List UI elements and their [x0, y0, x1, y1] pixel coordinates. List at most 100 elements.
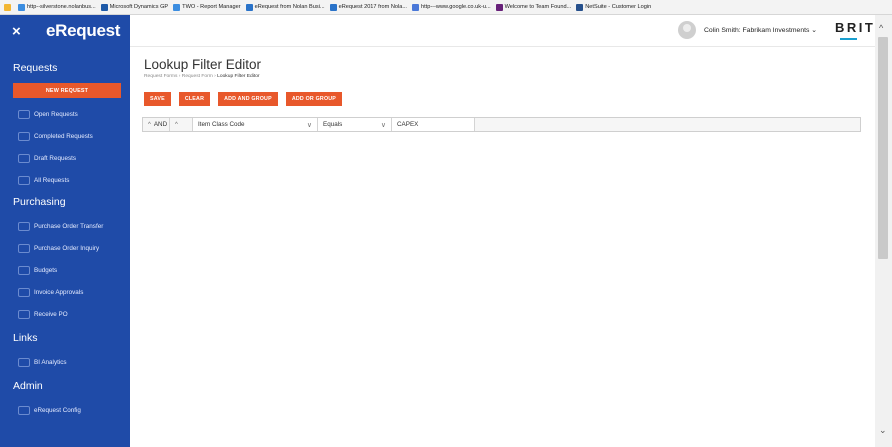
clear-button[interactable]: CLEAR [178, 92, 211, 106]
value-input[interactable]: CAPEX [392, 118, 475, 131]
scroll-down-icon[interactable]: ⌄ [879, 425, 887, 436]
favorite-icon [173, 3, 181, 11]
chevron-down-icon: ⌄ [811, 27, 817, 34]
collapse-icon: ^ [148, 121, 151, 128]
sidebar-item-label: Purchase Order Inquiry [34, 244, 100, 252]
sidebar-item-label: BI Analytics [34, 358, 67, 366]
favorite-label: eRequest from Nolan Busi... [254, 4, 325, 10]
brand-logo: BRIT [835, 20, 876, 35]
top-header: Colin Smith: Fabrikam Investments ⌄ BRIT [130, 15, 875, 47]
favorite-link[interactable]: Microsoft Dynamics GP [100, 3, 169, 11]
sidebar-item-label: Invoice Approvals [34, 288, 84, 296]
field-value: Item Class Code [198, 121, 245, 128]
favorite-link[interactable]: TWO - Report Manager [173, 3, 241, 11]
add-and-group-button[interactable]: ADD AND GROUP [218, 92, 278, 106]
requests-icon [18, 109, 30, 119]
user-name: Colin Smith: Fabrikam Investments [704, 27, 810, 34]
budget-icon [18, 265, 30, 275]
favorite-icon [245, 3, 253, 11]
close-icon[interactable]: × [12, 23, 32, 40]
breadcrumb-request-form[interactable]: Request Form [182, 74, 213, 79]
requests-icon [18, 153, 30, 163]
sidebar-header: × eRequest [0, 15, 130, 47]
favorite-label: Microsoft Dynamics GP [109, 4, 169, 10]
favorite-link[interactable]: http---www.google.co.uk-u... [411, 3, 491, 11]
favorite-icon [576, 3, 584, 11]
sidebar-item-budgets[interactable]: Budgets [0, 259, 130, 281]
filter-value: CAPEX [397, 121, 419, 128]
save-button[interactable]: SAVE [144, 92, 171, 106]
sidebar-item-po-transfer[interactable]: Purchase Order Transfer [0, 215, 130, 237]
invoice-icon [18, 287, 30, 297]
favorite-icon [411, 3, 419, 11]
breadcrumb-current: Lookup Filter Editor [217, 74, 260, 79]
section-admin-title: Admin [13, 380, 43, 392]
sidebar-item-draft-requests[interactable]: Draft Requests [0, 147, 130, 169]
transfer-icon [18, 221, 30, 231]
sidebar-item-label: eRequest Config [34, 406, 81, 414]
breadcrumb-separator-icon: › [214, 74, 216, 79]
sidebar-item-erequest-config[interactable]: eRequest Config [0, 399, 130, 421]
favorite-link[interactable]: eRequest 2017 from Nola... [329, 3, 407, 11]
config-icon [18, 405, 30, 415]
group-operator-toggle[interactable]: ^ AND [143, 118, 170, 131]
sidebar-item-all-requests[interactable]: All Requests [0, 169, 130, 191]
user-menu[interactable]: Colin Smith: Fabrikam Investments ⌄ [704, 26, 817, 34]
main-content: Lookup Filter Editor Request Forms › Req… [130, 47, 875, 447]
section-links-title: Links [13, 332, 38, 344]
sidebar: × eRequest Requests NEW REQUEST Open Req… [0, 15, 130, 447]
page-title: Lookup Filter Editor [144, 57, 262, 72]
sidebar-item-label: Completed Requests [34, 132, 93, 140]
inquiry-icon [18, 243, 30, 253]
favorite-label: http--silverstone.nolanbus... [27, 4, 96, 10]
favorite-link[interactable]: eRequest from Nolan Busi... [245, 3, 325, 11]
group-operator: AND [153, 121, 168, 128]
sidebar-item-invoice-approvals[interactable]: Invoice Approvals [0, 281, 130, 303]
sidebar-item-open-requests[interactable]: Open Requests [0, 103, 130, 125]
avatar[interactable] [678, 21, 696, 39]
collapse-icon: ^ [175, 121, 178, 128]
row-collapse-toggle[interactable]: ^ [170, 118, 193, 131]
favorite-icon [18, 3, 25, 11]
breadcrumb-separator-icon: › [178, 74, 181, 79]
favorite-icon [329, 3, 337, 11]
analytics-icon [18, 357, 30, 367]
favorite-label: Welcome to Team Found... [504, 4, 572, 10]
section-requests-title: Requests [13, 62, 58, 74]
favorite-link[interactable]: Welcome to Team Found... [495, 3, 572, 11]
vertical-scrollbar[interactable]: ^ ⌄ [875, 15, 892, 447]
app-logo[interactable]: eRequest [46, 21, 120, 41]
sidebar-item-label: Receive PO [34, 310, 68, 318]
favorite-icon [4, 3, 11, 11]
breadcrumb: Request Forms › Request Form › Lookup Fi… [144, 74, 260, 79]
operator-value: Equals [323, 121, 343, 128]
sidebar-item-completed-requests[interactable]: Completed Requests [0, 125, 130, 147]
sidebar-item-label: All Requests [34, 176, 70, 184]
scroll-thumb[interactable] [878, 37, 888, 259]
favorite-label: NetSuite - Customer Login [585, 4, 652, 10]
add-or-group-button[interactable]: ADD OR GROUP [285, 92, 343, 106]
sidebar-item-bi-analytics[interactable]: BI Analytics [0, 351, 130, 373]
section-purchasing-title: Purchasing [13, 196, 66, 208]
breadcrumb-request-forms[interactable]: Request Forms [144, 74, 177, 79]
sidebar-item-label: Open Requests [34, 110, 78, 118]
sidebar-item-receive-po[interactable]: Receive PO [0, 303, 130, 325]
favorite-icon [100, 3, 108, 11]
favorite-link[interactable]: NetSuite - Customer Login [576, 3, 652, 11]
field-select[interactable]: Item Class Code ∨ [193, 118, 318, 131]
sidebar-item-po-inquiry[interactable]: Purchase Order Inquiry [0, 237, 130, 259]
favorite-label: http---www.google.co.uk-u... [420, 4, 491, 10]
chevron-down-icon: ∨ [380, 121, 386, 129]
brand-underline [840, 38, 857, 40]
scroll-up-icon[interactable]: ^ [879, 23, 883, 33]
favorite-label: eRequest 2017 from Nola... [338, 4, 407, 10]
receive-icon [18, 309, 30, 319]
action-bar: SAVE CLEAR ADD AND GROUP ADD OR GROUP [144, 92, 350, 106]
favorite-link[interactable]: http--silverstone.nolanbus... [18, 3, 96, 11]
favorite-link[interactable] [4, 3, 13, 11]
operator-select[interactable]: Equals ∨ [318, 118, 392, 131]
filter-row: ^ AND ^ Item Class Code ∨ Equals ∨ CAPEX [142, 117, 861, 132]
favorites-bar: http--silverstone.nolanbus... Microsoft D… [0, 0, 892, 15]
chevron-down-icon: ∨ [306, 121, 312, 129]
new-request-button[interactable]: NEW REQUEST [13, 83, 121, 98]
